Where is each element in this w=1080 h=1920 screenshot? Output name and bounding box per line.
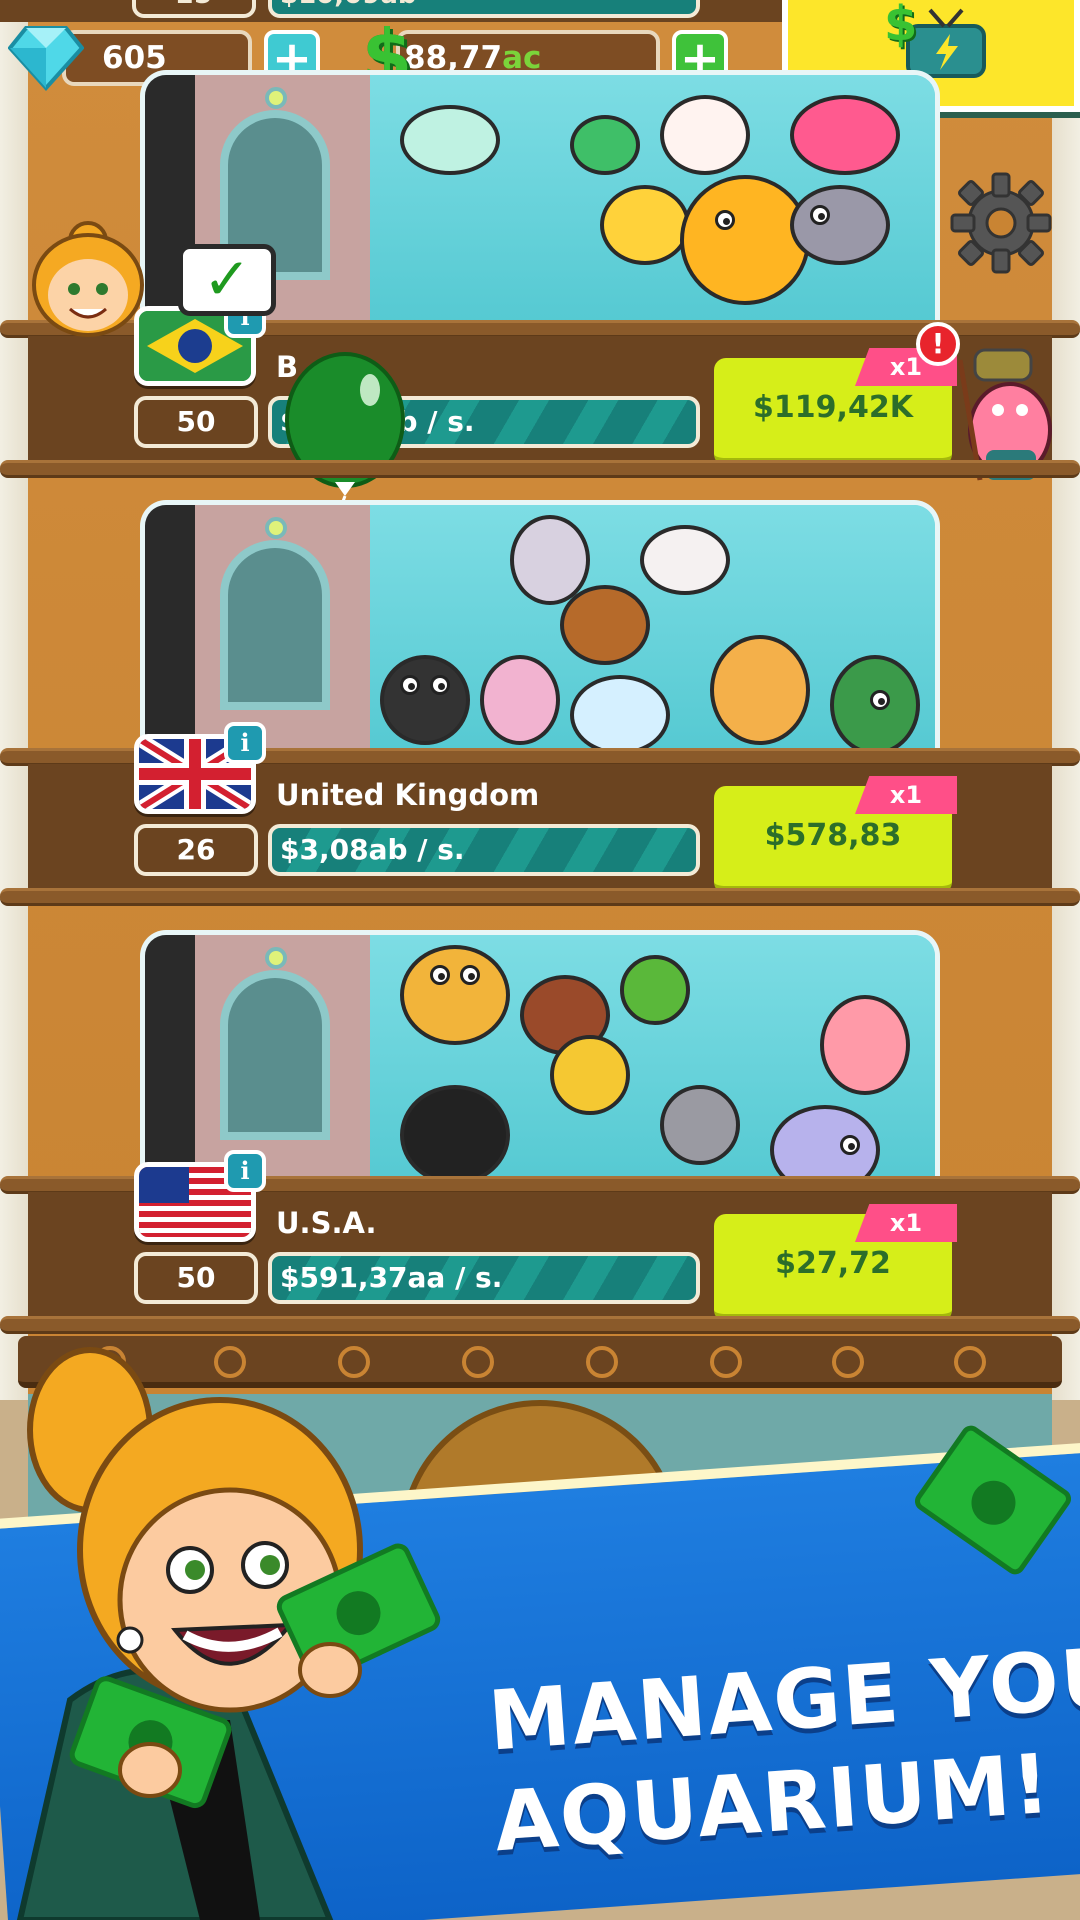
multiplier-tag[interactable]: x1 — [855, 1204, 957, 1242]
income-rate: $591,37aa / s. — [268, 1252, 700, 1304]
floor-level: 50 — [134, 396, 258, 448]
info-button[interactable]: i — [224, 722, 266, 764]
floor-divider — [0, 1316, 1080, 1334]
reward-dollar-icon: $ — [884, 0, 918, 52]
income-rate: $3,08ab / s. — [268, 824, 700, 876]
country-name: United Kingdom — [276, 778, 540, 812]
aquarium-room-3[interactable] — [140, 930, 940, 1185]
partial-rate-label: $10,09ab — [268, 0, 700, 18]
floor-level: 50 — [134, 1252, 258, 1304]
floor-level: 26 — [134, 824, 258, 876]
manager-avatar[interactable] — [28, 215, 148, 340]
aquarium-room-2[interactable] — [140, 500, 940, 755]
check-bubble[interactable]: ✓ — [178, 244, 276, 316]
room-door — [145, 935, 370, 1185]
room-door — [145, 505, 370, 755]
settings-gear-icon[interactable] — [948, 170, 1054, 276]
country-name: U.S.A. — [276, 1206, 377, 1240]
floor-divider — [0, 460, 1080, 478]
fish-tank — [370, 505, 935, 755]
floor-divider — [0, 888, 1080, 906]
fish-tank — [370, 75, 935, 325]
info-button[interactable]: i — [224, 1150, 266, 1192]
gem-icon — [7, 22, 85, 92]
fish-tank — [370, 935, 935, 1185]
mascot-character — [0, 1340, 480, 1920]
multiplier-tag[interactable]: x1 — [855, 776, 957, 814]
partial-level-label: 25 — [132, 0, 256, 18]
